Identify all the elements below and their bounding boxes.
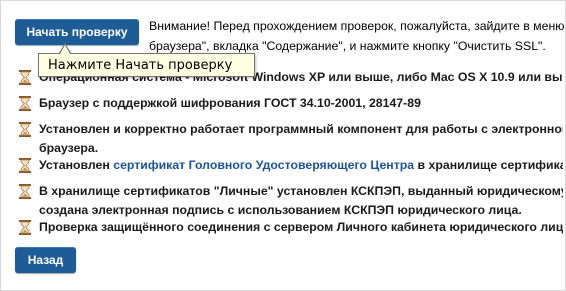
back-button[interactable]: Назад [15, 247, 76, 273]
hourglass-icon [19, 184, 31, 199]
check-item-personal-cert: В хранилище сертификатов "Личные" устано… [18, 182, 563, 220]
root-cert-link[interactable]: сертификат Головного Удостоверяющего Цен… [113, 158, 414, 172]
hourglass-icon [19, 96, 31, 111]
hourglass-icon [19, 220, 31, 235]
hourglass-icon [19, 122, 31, 137]
check-text: В хранилище сертификатов "Личные" устано… [39, 182, 563, 220]
hourglass-icon [19, 70, 31, 85]
check-text-suffix: в хранилище сертификатов [417, 158, 563, 172]
check-item-secure-connection: Проверка защищённого соединения с сервер… [18, 218, 563, 237]
hourglass-icon [19, 158, 31, 173]
check-text-prefix: Установлен [39, 158, 114, 172]
check-item-component: Установлен и корректно работает программ… [18, 120, 563, 158]
check-item-root-cert: Установлен сертификат Головного Удостове… [18, 156, 563, 175]
warning-message: Внимание! Перед прохождением проверок, п… [149, 16, 566, 56]
check-text: Браузер с поддержкой шифрования ГОСТ 34.… [39, 96, 421, 110]
check-text: Установлен и корректно работает программ… [39, 120, 563, 158]
check-item-browser: Браузер с поддержкой шифрования ГОСТ 34.… [18, 94, 563, 113]
tooltip-text: Нажмите Начать проверку [48, 57, 233, 73]
check-text-line-1: В хранилище сертификатов "Личные" устано… [39, 184, 563, 198]
tooltip: Нажмите Начать проверку [38, 53, 255, 77]
check-text-line-1: Установлен и корректно работает программ… [39, 122, 563, 136]
warning-line-1: Внимание! Перед прохождением проверок, п… [149, 19, 566, 33]
tooltip-arrow-fill [60, 45, 70, 54]
check-text: Установлен сертификат Головного Удостове… [39, 156, 563, 175]
start-check-button[interactable]: Начать проверку [15, 19, 139, 45]
check-text: Проверка защищённого соединения с сервер… [39, 220, 563, 234]
